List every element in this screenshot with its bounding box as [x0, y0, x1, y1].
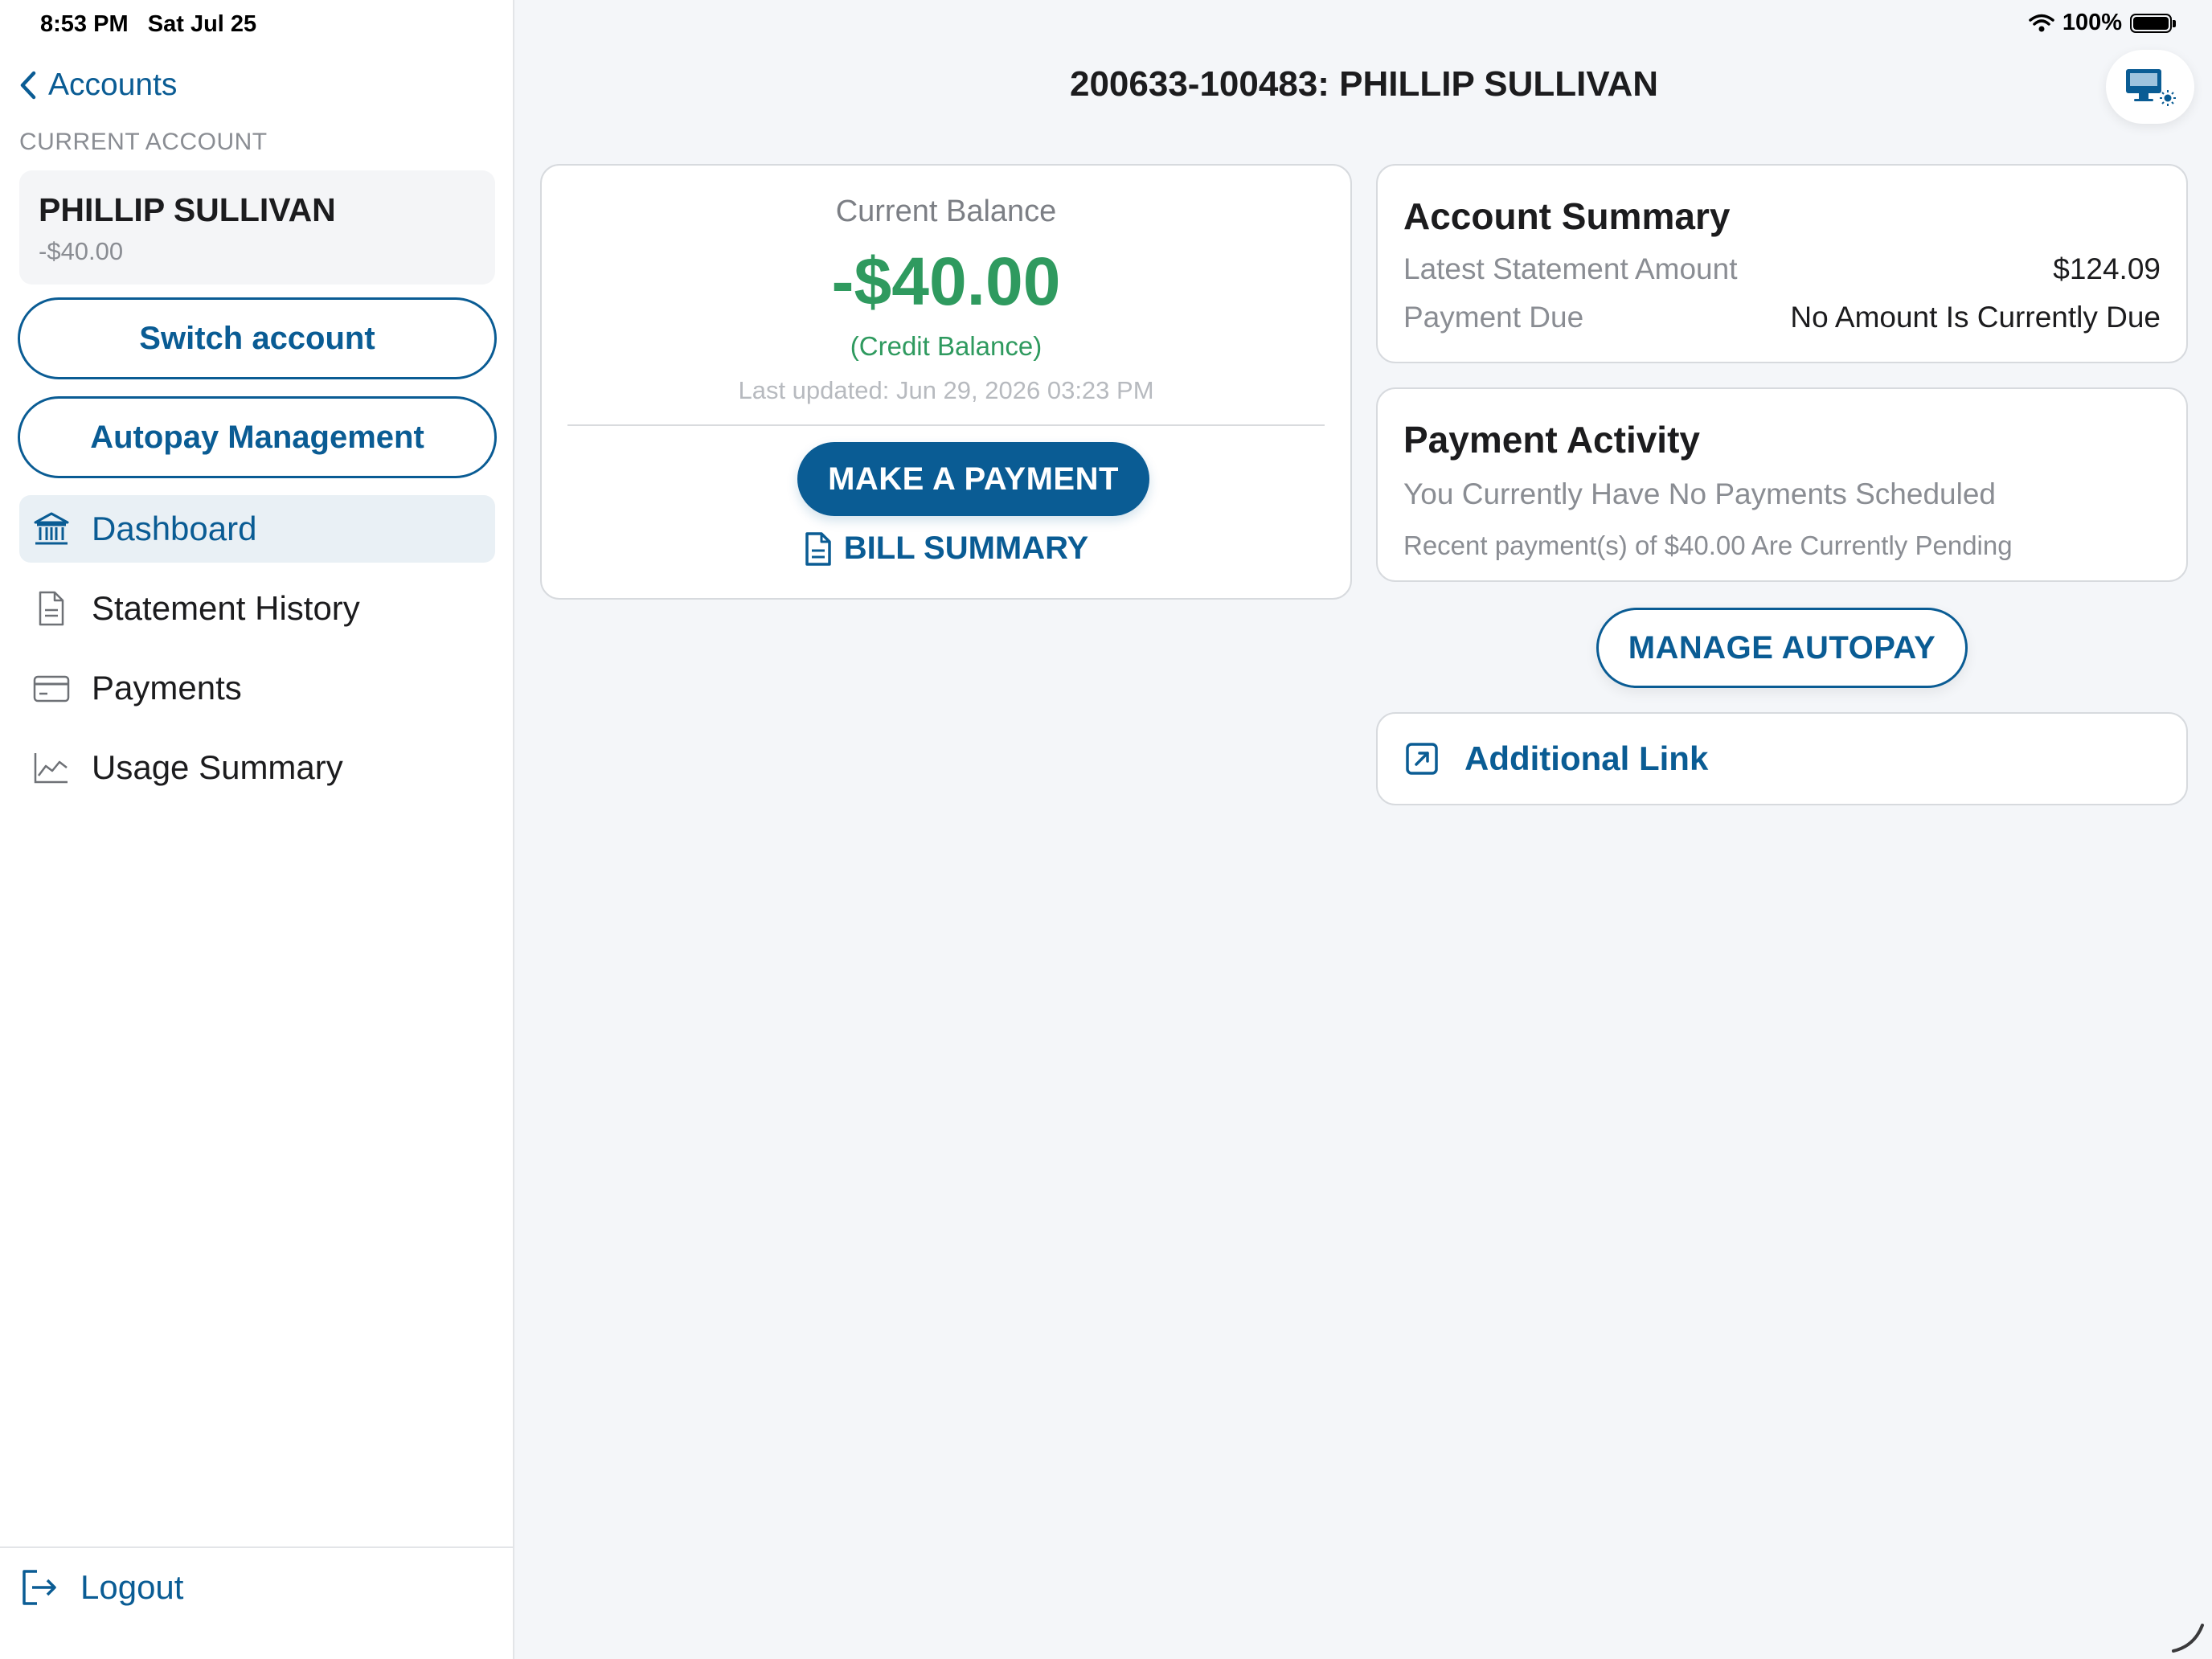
battery-icon — [2130, 13, 2176, 33]
account-balance: -$40.00 — [39, 237, 124, 265]
bill-summary-label: BILL SUMMARY — [843, 530, 1089, 566]
document-icon — [805, 531, 831, 566]
summary-row: Payment Due No Amount Is Currently Due — [1403, 301, 2161, 334]
sidebar-item-label: Usage Summary — [92, 748, 343, 786]
back-link-label: Accounts — [48, 68, 178, 102]
monitor-brightness-icon — [2126, 69, 2176, 106]
status-date: Sat Jul 25 — [147, 11, 257, 37]
current-account-label: CURRENT ACCOUNT — [19, 129, 268, 155]
sidebar-item-statement-history[interactable]: Statement History — [19, 575, 495, 642]
sidebar-item-dashboard[interactable]: Dashboard — [19, 495, 495, 563]
logout-label: Logout — [80, 1568, 184, 1606]
resize-handle-icon[interactable] — [2170, 1619, 2206, 1654]
summary-row-label: Payment Due — [1403, 301, 1584, 334]
summary-row-value: No Amount Is Currently Due — [1790, 301, 2161, 334]
manage-autopay-button[interactable]: MANAGE AUTOPAY — [1596, 608, 1968, 688]
sidebar-item-label: Payments — [92, 669, 242, 707]
sidebar: 8:53 PM Sat Jul 25 Accounts CURRENT ACCO… — [0, 0, 514, 1659]
status-clock: 8:53 PM — [40, 11, 129, 37]
payment-activity-card: Payment Activity You Currently Have No P… — [1376, 387, 2188, 582]
switch-account-button[interactable]: Switch account — [18, 297, 497, 379]
summary-row: Latest Statement Amount $124.09 — [1403, 252, 2161, 286]
main-content: 100% 200633-100483: PHILLIP SULLIVAN Cur… — [516, 0, 2212, 1659]
wifi-icon — [2029, 14, 2054, 31]
sidebar-item-payments[interactable]: Payments — [19, 654, 495, 722]
sidebar-item-label: Dashboard — [92, 510, 257, 547]
additional-link-label: Additional Link — [1464, 739, 1709, 777]
display-settings-button[interactable] — [2106, 50, 2194, 124]
autopay-management-button[interactable]: Autopay Management — [18, 396, 497, 478]
bill-summary-link[interactable]: BILL SUMMARY — [542, 530, 1350, 567]
summary-row-label: Latest Statement Amount — [1403, 252, 1738, 285]
logout-divider — [0, 1546, 514, 1548]
status-indicators: 100% — [2029, 10, 2176, 36]
credit-card-icon — [33, 675, 70, 703]
current-balance-card: Current Balance -$40.00 (Credit Balance)… — [540, 164, 1352, 600]
external-link-icon — [1406, 743, 1438, 775]
account-summary-card: Account Summary Latest Statement Amount … — [1376, 164, 2188, 363]
additional-link[interactable]: Additional Link — [1376, 712, 2188, 805]
credit-balance-note: (Credit Balance) — [850, 331, 1043, 361]
document-icon — [39, 591, 64, 626]
battery-percentage: 100% — [2062, 10, 2122, 35]
sidebar-item-label: Statement History — [92, 589, 360, 627]
last-updated: Last updated: Jun 29, 2026 03:23 PM — [738, 376, 1154, 404]
logout-button[interactable]: Logout — [18, 1559, 183, 1616]
pending-payments-text: Recent payment(s) of $40.00 Are Currentl… — [1403, 530, 2013, 560]
balance-divider — [567, 424, 1325, 426]
scheduled-payments-text: You Currently Have No Payments Scheduled — [1403, 477, 1996, 510]
sidebar-item-usage-summary[interactable]: Usage Summary — [19, 734, 495, 801]
make-payment-button[interactable]: MAKE A PAYMENT — [797, 442, 1149, 516]
current-account-card: PHILLIP SULLIVAN -$40.00 — [19, 170, 495, 285]
chevron-left-icon — [20, 71, 36, 100]
page-title: 200633-100483: PHILLIP SULLIVAN — [1069, 64, 1658, 104]
balance-label: Current Balance — [835, 195, 1057, 228]
account-name: PHILLIP SULLIVAN — [39, 191, 336, 228]
balance-amount: -$40.00 — [831, 244, 1061, 319]
status-time: 8:53 PM Sat Jul 25 — [40, 11, 256, 38]
bank-icon — [34, 512, 69, 545]
account-summary-heading: Account Summary — [1403, 195, 1731, 237]
line-chart-icon — [34, 753, 68, 784]
logout-icon — [23, 1570, 56, 1605]
payment-activity-heading: Payment Activity — [1403, 419, 1700, 461]
summary-row-value: $124.09 — [2053, 252, 2161, 285]
back-to-accounts-link[interactable]: Accounts — [19, 68, 177, 103]
